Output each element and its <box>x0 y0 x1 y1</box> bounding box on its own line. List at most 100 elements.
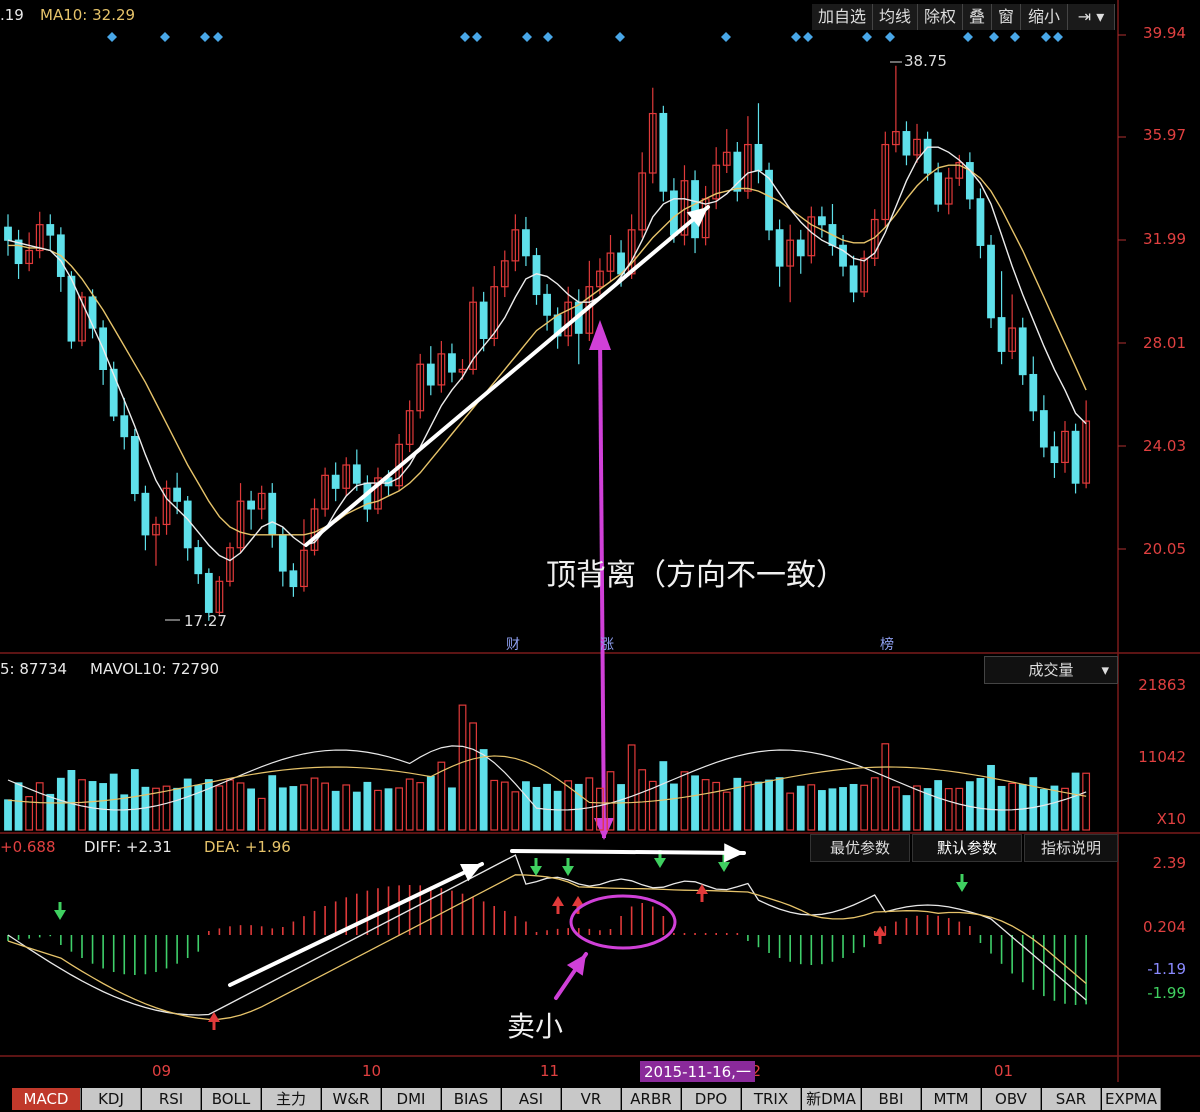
event-diamond <box>862 32 872 42</box>
volume-bar <box>35 782 44 831</box>
candle-body <box>268 492 277 536</box>
volume-bar <box>88 781 97 831</box>
volume-bar <box>120 794 129 831</box>
volume-bar <box>786 792 795 831</box>
volume-bar <box>268 775 277 831</box>
volume-bar <box>152 787 160 831</box>
optimal-params-button[interactable]: 最优参数 <box>810 834 910 862</box>
volume-bar <box>553 790 562 831</box>
candle-body <box>448 353 456 373</box>
tab-rsi[interactable]: RSI <box>142 1088 201 1110</box>
tab-boll[interactable]: BOLL <box>202 1088 261 1110</box>
event-diamond <box>460 32 470 42</box>
tab-bbi[interactable]: BBI <box>862 1088 921 1110</box>
volume-bar <box>987 764 995 831</box>
candle-body <box>659 112 668 192</box>
volume-bar <box>99 783 108 831</box>
candle-body <box>67 275 76 342</box>
candle-body <box>839 244 847 267</box>
ex-rights-button[interactable]: 除权 <box>918 4 963 30</box>
event-diamond <box>200 32 210 42</box>
tab-asi[interactable]: ASI <box>502 1088 561 1110</box>
tab-arbr[interactable]: ARBR <box>622 1088 681 1110</box>
volume-bar <box>4 799 12 831</box>
volume-bar <box>226 779 234 831</box>
volume-bar <box>363 781 372 831</box>
tab-vr[interactable]: VR <box>562 1088 621 1110</box>
candle-body <box>120 415 129 438</box>
volume-bar <box>162 785 171 831</box>
candle-body <box>976 198 985 246</box>
macd-tick: -1.19 <box>1147 960 1186 978</box>
price-tick: 28.01 <box>1143 334 1186 352</box>
ma-button[interactable]: 均线 <box>873 4 918 30</box>
volume-bar <box>310 777 319 831</box>
volume-bar <box>638 769 647 831</box>
price-tick: 31.99 <box>1143 230 1186 248</box>
volume-bar <box>1039 789 1048 831</box>
candle-body <box>194 547 203 575</box>
candle-body <box>817 216 826 226</box>
volume-bar <box>469 722 477 831</box>
candle-body <box>691 180 699 239</box>
volume-select[interactable]: 成交量 ▾ <box>984 656 1118 684</box>
volume-bar <box>680 771 689 831</box>
overlay-button[interactable]: 叠 <box>963 4 992 30</box>
event-diamond <box>472 32 482 42</box>
volume-bar <box>236 782 245 831</box>
expand-menu-icon[interactable]: ⇥ ▾ <box>1068 4 1115 30</box>
indicator-help-button[interactable]: 指标说明 <box>1024 834 1118 862</box>
date-badge: 2015-11-16,一 <box>640 1061 755 1082</box>
macd-flat-arrow <box>510 849 746 855</box>
x-tick: 09 <box>152 1062 172 1080</box>
high-price-mark: 38.75 <box>904 52 947 70</box>
sell-small-arrow-head <box>566 954 586 976</box>
tab-[interactable]: 主力 <box>262 1088 321 1110</box>
tab-mtm[interactable]: MTM <box>922 1088 981 1110</box>
event-mark[interactable]: 涨 <box>600 634 614 654</box>
price-tick: 20.05 <box>1143 540 1186 558</box>
volume-bar <box>46 793 55 831</box>
tab-dmi[interactable]: DMI <box>382 1088 441 1110</box>
candle-body <box>1039 410 1048 448</box>
candle-body <box>902 131 911 156</box>
price-trend-arrow <box>304 205 710 547</box>
low-price-mark: 17.27 <box>184 612 227 630</box>
volume-bar <box>934 780 943 831</box>
volume-bar <box>860 784 869 831</box>
volume-bar <box>448 787 456 831</box>
tab-dpo[interactable]: DPO <box>682 1088 741 1110</box>
tab-dma[interactable]: 新DMA <box>802 1088 861 1110</box>
candle-body <box>670 190 678 236</box>
tab-obv[interactable]: OBV <box>982 1088 1041 1110</box>
default-params-button[interactable]: 默认参数 <box>912 834 1022 862</box>
event-mark[interactable]: 财 <box>506 634 520 654</box>
event-diamond <box>791 32 801 42</box>
volume-bar <box>670 783 678 831</box>
add-watchlist-button[interactable]: 加自选 <box>812 4 873 30</box>
volume-bar <box>807 784 816 831</box>
tab-expma[interactable]: EXPMA <box>1102 1088 1161 1110</box>
tab-trix[interactable]: TRIX <box>742 1088 801 1110</box>
tab-macd[interactable]: MACD <box>12 1088 81 1110</box>
volume-bar <box>416 782 425 831</box>
event-mark[interactable]: 榜 <box>880 634 894 654</box>
price-tick: 35.97 <box>1143 126 1186 144</box>
ma10-label: MA10: 32.29 <box>40 6 136 24</box>
volume-bar <box>839 787 847 831</box>
window-button[interactable]: 窗 <box>992 4 1021 30</box>
volume-bar <box>109 773 118 831</box>
candle-body <box>1018 327 1027 376</box>
event-diamond <box>107 32 117 42</box>
zoom-out-button[interactable]: 缩小 <box>1021 4 1068 30</box>
candle-body <box>426 363 435 386</box>
volume-bar <box>701 779 710 831</box>
volume-bar <box>374 789 382 831</box>
tab-wr[interactable]: W&R <box>322 1088 381 1110</box>
volume-bar <box>997 785 1006 831</box>
volume-bar <box>712 781 721 831</box>
tab-kdj[interactable]: KDJ <box>82 1088 141 1110</box>
candle-body <box>849 265 858 293</box>
tab-bias[interactable]: BIAS <box>442 1088 501 1110</box>
tab-sar[interactable]: SAR <box>1042 1088 1101 1110</box>
